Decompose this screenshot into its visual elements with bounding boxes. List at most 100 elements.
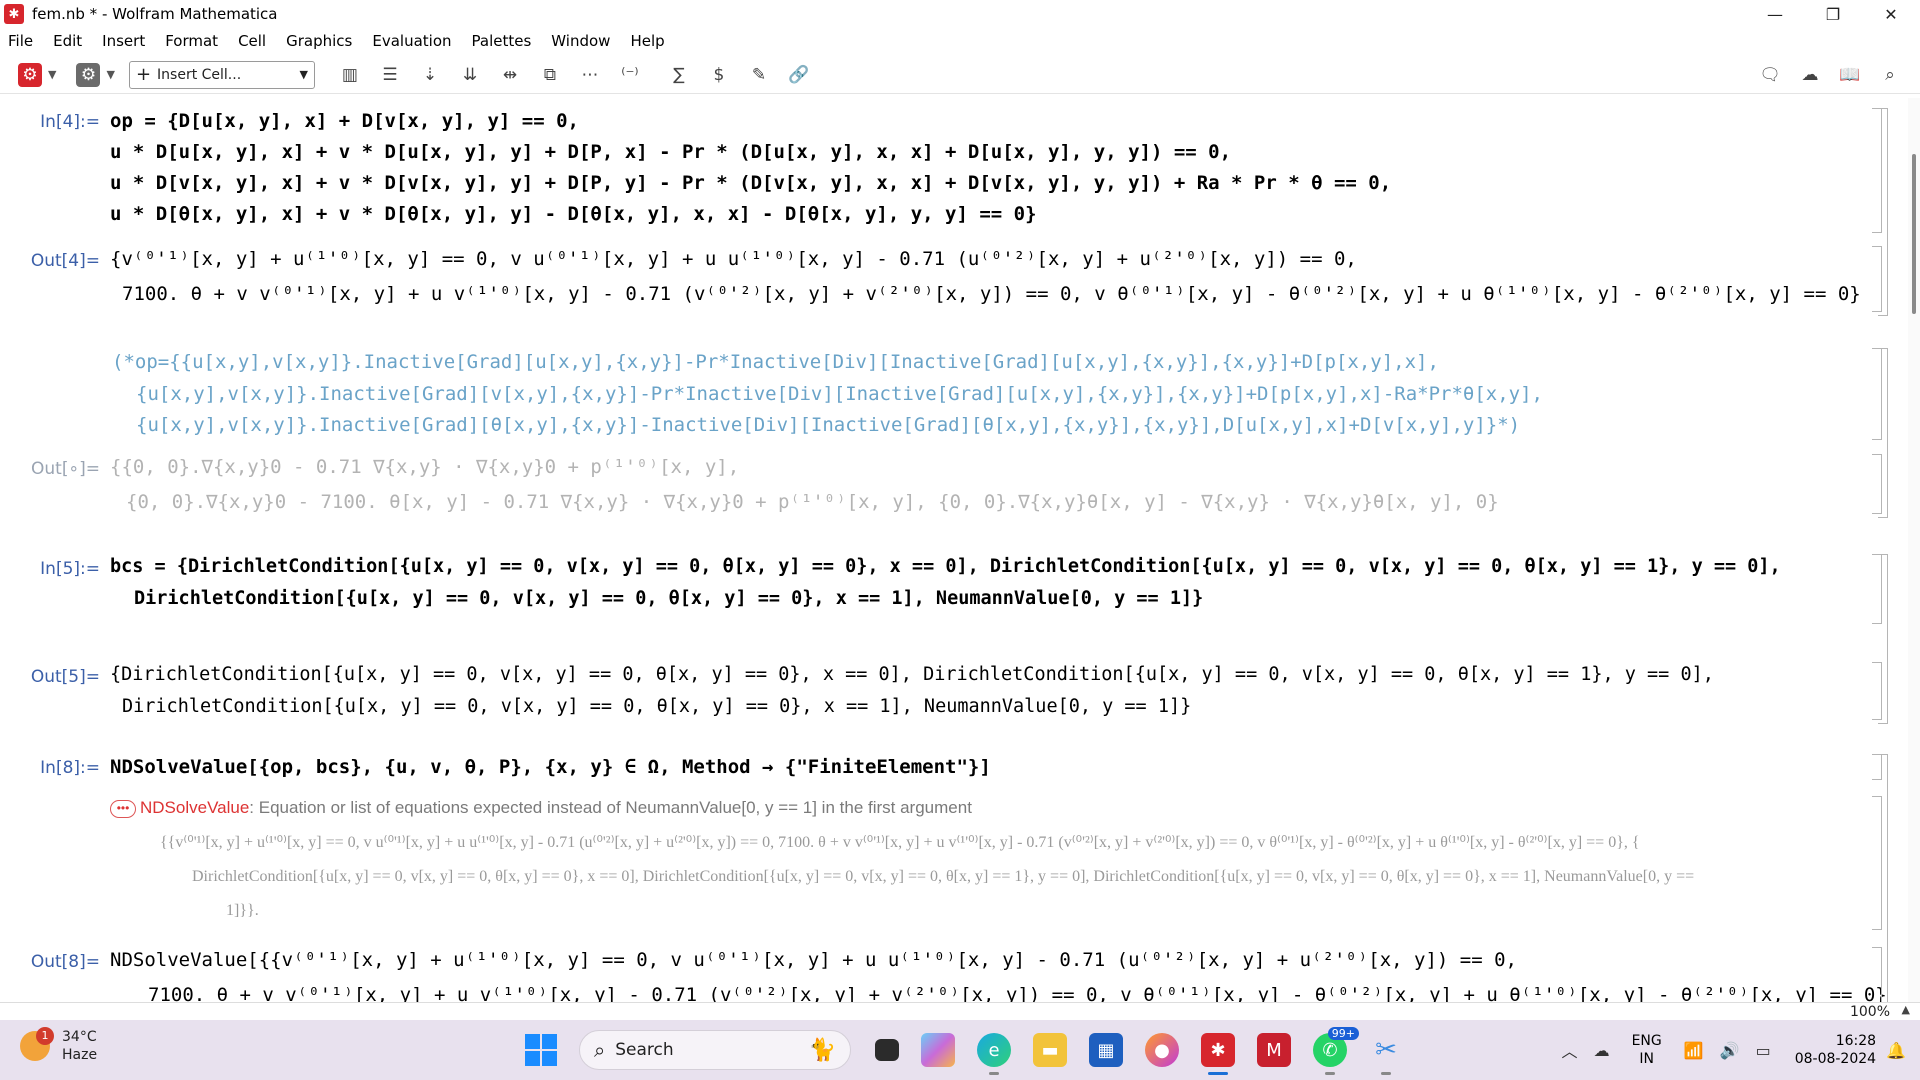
input-line[interactable]: DirichletCondition[{u[x, y] == 0, v[x, y… (134, 588, 1203, 609)
chat-icon[interactable]: 🗨 (1755, 60, 1785, 90)
list-icon[interactable]: ☰ (375, 60, 405, 90)
code-format-icon[interactable]: $ (704, 60, 734, 90)
output-line: NDSolveValue[{{v⁽⁰'¹⁾[x, y] + u⁽¹'⁰⁾[x, … (110, 949, 1517, 971)
input-line[interactable]: op = {D[u[x, y], x] + D[v[x, y], y] == 0… (110, 110, 579, 132)
error-message: ••• NDSolveValue: Equation or list of equ… (110, 798, 972, 818)
clock-date: 08-08-2024 (1794, 1051, 1877, 1067)
menu-help[interactable]: Help (621, 32, 675, 50)
menu-palettes[interactable]: Palettes (463, 32, 543, 50)
whatsapp-icon[interactable]: ✆ 99+ (1313, 1027, 1359, 1075)
comment-line[interactable]: {u[x,y],v[x,y]}.Inactive[Grad][v[x,y],{x… (136, 383, 1543, 405)
message-detail-line: 1]}}. (226, 902, 259, 919)
mcafee-icon[interactable]: M (1257, 1033, 1291, 1067)
window-title: fem.nb * - Wolfram Mathematica (32, 5, 278, 23)
menu-format[interactable]: Format (156, 32, 229, 50)
weather-widget[interactable]: 1 34°C Haze (20, 1027, 98, 1064)
task-view-icon[interactable] (875, 1039, 899, 1061)
message-menu-icon[interactable]: ••• (110, 799, 136, 818)
insert-cell-label: Insert Cell... (157, 66, 242, 83)
volume-icon[interactable]: 🔊 (1720, 1041, 1740, 1060)
windows-start-icon[interactable] (525, 1034, 557, 1066)
onedrive-cloud-icon[interactable]: ☁ (1594, 1041, 1610, 1060)
clock[interactable]: 16:28 08-08-2024 (1795, 1032, 1876, 1068)
chevron-down-icon[interactable]: ▼ (106, 68, 114, 81)
chevron-up-icon[interactable]: ︿ (1562, 1038, 1578, 1062)
cell-group-bracket[interactable] (1878, 108, 1888, 316)
cell-label: In[8]:= (40, 758, 100, 778)
cell-group-bracket[interactable] (1878, 554, 1888, 724)
notification-bell-icon[interactable]: 🔔 (1886, 1041, 1906, 1060)
cell-group-bracket[interactable] (1878, 348, 1888, 518)
cell-label: In[4]:= (40, 112, 100, 132)
mathematica-taskbar-icon[interactable]: ✱ (1201, 1033, 1235, 1075)
menu-window[interactable]: Window (542, 32, 621, 50)
input-line[interactable]: NDSolveValue[{op, bcs}, {u, v, θ, P}, {x… (110, 756, 991, 778)
menu-bar: File Edit Insert Format Cell Graphics Ev… (0, 28, 1920, 54)
cell-group-bracket[interactable] (1878, 754, 1888, 1002)
microsoft-store-icon[interactable]: ▦ (1089, 1033, 1123, 1067)
region-code: IN (1639, 1051, 1654, 1067)
chevron-down-icon: ▼ (299, 68, 308, 81)
clock-time: 16:28 (1835, 1033, 1877, 1049)
book-icon[interactable]: 📖 (1835, 60, 1865, 90)
search-icon: ⌕ (594, 1038, 606, 1062)
search-icon[interactable]: ⌕ (1875, 60, 1905, 90)
language-code: ENG (1631, 1033, 1662, 1049)
taskbar-search[interactable]: ⌕ Search 🐈 (579, 1030, 851, 1070)
cell-label: Out[∘]= (31, 459, 100, 479)
snipping-tool-icon[interactable]: ✂ (1369, 1033, 1403, 1075)
output-line: 7100. θ + v v⁽⁰'¹⁾[x, y] + u v⁽¹'⁰⁾[x, y… (148, 984, 1887, 1002)
zoom-level[interactable]: 100% (1850, 1004, 1890, 1020)
group-cell-icon[interactable]: ⧉ (535, 60, 565, 90)
notebook-area[interactable]: In[4]:= op = {D[u[x, y], x] + D[v[x, y],… (0, 98, 1920, 1002)
chevron-down-icon[interactable]: ▼ (48, 68, 56, 81)
template-icon[interactable]: ⁽⁻⁾ (615, 60, 645, 90)
input-line[interactable]: u * D[θ[x, y], x] + v * D[θ[x, y], y] - … (110, 203, 1037, 225)
menu-graphics[interactable]: Graphics (277, 32, 363, 50)
output-line: 7100. θ + v v⁽⁰'¹⁾[x, y] + u v⁽¹'⁰⁾[x, y… (122, 283, 1861, 305)
math-input-icon[interactable]: ∑ (664, 60, 694, 90)
menu-edit[interactable]: Edit (44, 32, 93, 50)
kernel-gear-icon[interactable]: ⚙ (76, 62, 101, 87)
search-placeholder: Search (615, 1040, 674, 1060)
evaluate-in-icon[interactable]: ⇣ (415, 60, 445, 90)
cell-bracket-icon[interactable]: ▥ (335, 60, 365, 90)
cell-label: Out[4]= (30, 251, 100, 271)
menu-file[interactable]: File (0, 32, 44, 50)
output-line: {{0, 0}.∇{x,y}0 - 0.71 ∇{x,y} · ∇{x,y}0 … (110, 456, 740, 478)
evaluation-gear-icon[interactable]: ⚙ (18, 62, 42, 87)
close-button[interactable]: ✕ (1862, 0, 1920, 28)
insert-cell-dropdown[interactable]: + Insert Cell... ▼ (128, 60, 315, 89)
wifi-icon[interactable]: 📶 (1684, 1041, 1704, 1060)
input-line[interactable]: u * D[v[x, y], x] + v * D[v[x, y], y] + … (110, 172, 1391, 194)
battery-icon[interactable]: ▭ (1756, 1041, 1771, 1060)
comment-line[interactable]: (*op={{u[x,y],v[x,y]}.Inactive[Grad][u[x… (112, 351, 1439, 373)
file-explorer-icon[interactable]: ▬ (1033, 1033, 1067, 1067)
status-bar: 100% ▲ (0, 1002, 1920, 1020)
toolbar: ⚙ ▼ ⚙ ▼ + Insert Cell... ▼ ▥ ☰ ⇣ ⇊ ⇹ ⧉ ⋯… (0, 56, 1920, 94)
cloud-upload-icon[interactable]: ☁ (1795, 60, 1825, 90)
minimize-button[interactable]: — (1746, 0, 1804, 28)
comment-line[interactable]: {u[x,y],v[x,y]}.Inactive[Grad][θ[x,y],{x… (136, 414, 1520, 436)
firefox-icon[interactable]: ● (1145, 1033, 1179, 1067)
restore-button[interactable]: ❐ (1804, 0, 1862, 28)
split-cell-icon[interactable]: ⇹ (495, 60, 525, 90)
system-tray: ︿ ☁ ENG IN 📶 🔊 ▭ 16:28 08-08-2024 🔔 (1554, 1028, 1920, 1072)
chevron-up-icon[interactable]: ▲ (1902, 1003, 1910, 1016)
menu-evaluation[interactable]: Evaluation (363, 32, 462, 50)
pen-icon[interactable]: ✎ (744, 60, 774, 90)
weather-description: Haze (62, 1047, 98, 1063)
evaluate-out-icon[interactable]: ⇊ (455, 60, 485, 90)
vertical-scrollbar[interactable] (1908, 98, 1920, 1002)
input-line[interactable]: u * D[u[x, y], x] + v * D[u[x, y], y] + … (110, 141, 1231, 163)
scrollbar-thumb[interactable] (1912, 154, 1916, 314)
edge-browser-icon[interactable]: e (977, 1033, 1011, 1075)
ellipsis-icon[interactable]: ⋯ (575, 60, 605, 90)
menu-cell[interactable]: Cell (229, 32, 277, 50)
link-icon[interactable]: 🔗 (784, 60, 814, 90)
message-function-name[interactable]: NDSolveValue (140, 798, 249, 817)
input-line[interactable]: bcs = {DirichletCondition[{u[x, y] == 0,… (110, 556, 1781, 577)
menu-insert[interactable]: Insert (93, 32, 156, 50)
copilot-icon[interactable] (921, 1033, 955, 1067)
input-language[interactable]: ENG IN (1632, 1032, 1662, 1068)
